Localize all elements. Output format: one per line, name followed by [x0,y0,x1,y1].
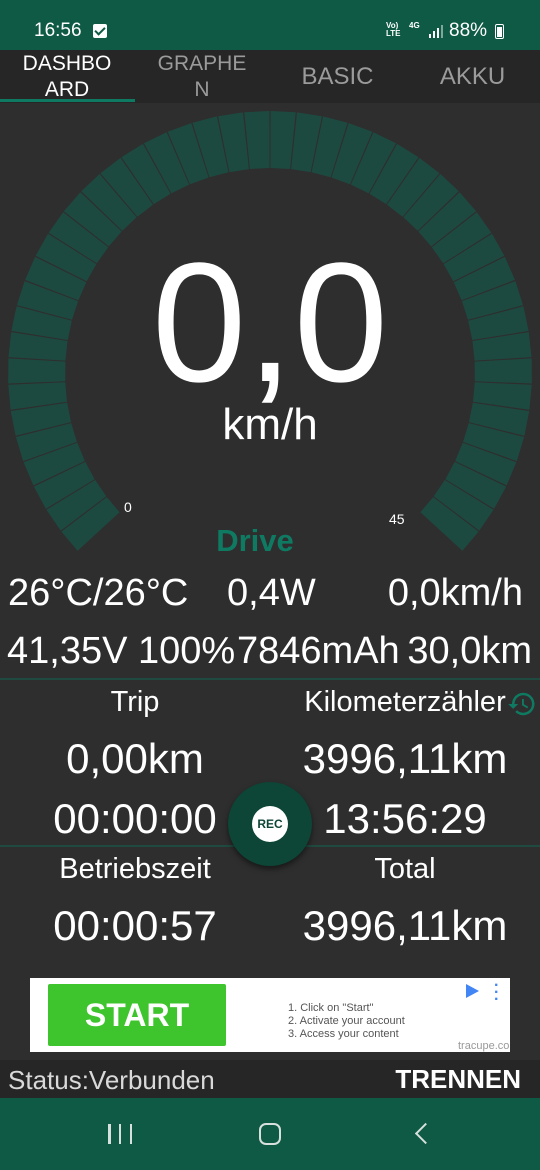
range-value: 30,0km [407,630,532,672]
total-distance: 3996,11km [302,902,508,949]
battery-icon [495,24,504,39]
speed-value: 0,0 [151,228,389,418]
drive-mode: Drive [216,523,294,558]
history-icon[interactable] [507,689,537,719]
runtime-label: Betriebszeit [59,853,211,885]
gauge-min-label: 0 [124,499,132,515]
home-icon[interactable] [259,1123,281,1145]
voltage-percent-value: 41,35V 100% [7,630,236,672]
divider [0,678,540,680]
ad-step-3: 3. Access your content [288,1028,399,1040]
ad-step-2: 2. Activate your account [288,1015,405,1027]
battery-percent: 88% [449,20,488,41]
tab-dashboard[interactable]: DASHBO ARD [12,50,122,103]
ad-step-1: 1. Click on "Start" [288,1002,374,1014]
trip-time: 00:00:00 [53,795,217,842]
connection-status: Status:Verbunden [8,1065,215,1095]
back-icon[interactable] [414,1122,437,1145]
system-nav-bar [0,1098,540,1170]
ad-menu-icon[interactable]: · · · [494,978,499,1008]
power-value: 0,4W [227,572,316,614]
trip-distance: 0,00km [66,735,204,782]
total-label: Total [374,853,436,885]
clock: 16:56 [34,20,82,41]
status-bar: 16:56 Vo) LTE 4G 88% [0,0,540,50]
odometer-label: Kilometerzähler [304,686,506,718]
signal-icon [429,25,443,38]
odometer-time: 13:56:29 [323,795,487,842]
gauge-tick [244,111,270,169]
tab-bar: DASHBO ARD GRAPHE N BASIC AKKU [0,50,540,103]
tab-graphen[interactable]: GRAPHE N [152,50,252,103]
ad-steps: 1. Click on "Start" 2. Activate your acc… [288,1002,405,1041]
rec-icon: REC [252,806,288,842]
speed-small-value: 0,0km/h [387,572,523,614]
capacity-value: 7846mAh [237,630,400,672]
network-type-icon: 4G [409,21,420,30]
gauge-tick [270,111,296,169]
runtime-value: 00:00:57 [53,902,217,949]
temperature-value: 26°C/26°C [8,572,189,614]
ad-banner[interactable]: START 1. Click on "Start" 2. Activate yo… [30,978,510,1052]
notification-check-icon [93,24,107,38]
ad-source: tracupe.co [458,1040,510,1052]
connection-bar: Status:Verbunden TRENNEN [0,1060,540,1098]
tab-basic[interactable]: BASIC [270,50,405,103]
active-tab-indicator [0,99,135,102]
ad-start-button[interactable]: START [48,984,226,1046]
ad-choices-icon[interactable] [466,984,479,998]
recents-icon[interactable] [108,1124,132,1144]
disconnect-button[interactable]: TRENNEN [395,1064,521,1095]
speed-unit: km/h [222,400,318,449]
tab-akku[interactable]: AKKU [405,50,540,103]
odometer-distance: 3996,11km [302,735,508,782]
volte-icon: Vo) LTE [386,21,401,38]
trip-label: Trip [110,686,160,718]
